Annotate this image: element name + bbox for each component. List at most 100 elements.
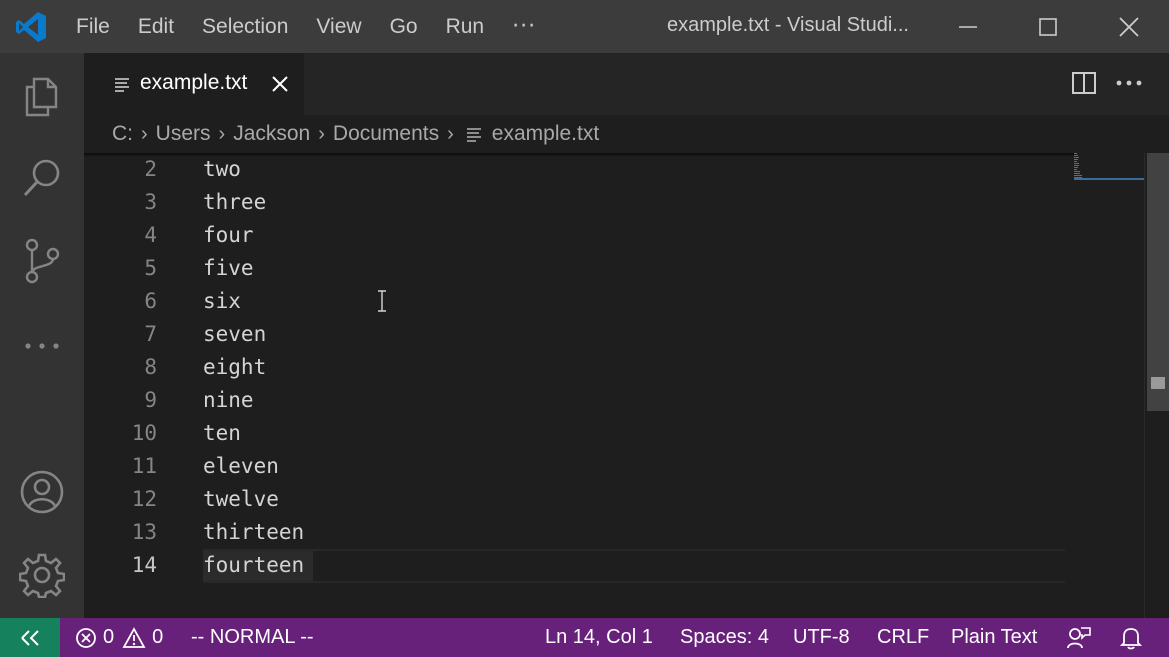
line-number: 13 (131, 520, 157, 544)
minimap[interactable] (1074, 153, 1144, 618)
warning-count: 0 (152, 626, 164, 648)
menu-go[interactable]: Go (376, 15, 432, 39)
code-line: 2 two (84, 153, 1074, 186)
minimap-viewport (1074, 178, 1144, 180)
code-line: 3 three (84, 186, 1074, 219)
text-file-icon (115, 78, 129, 92)
cursor-position[interactable]: Ln 14, Col 1 (545, 618, 653, 657)
code-line: 12 twelve (84, 483, 1074, 516)
more-icon (25, 343, 59, 349)
line-number: 6 (144, 289, 157, 313)
tab-label: example.txt (140, 71, 248, 94)
bell-icon (1120, 627, 1142, 649)
remote-button[interactable] (0, 618, 60, 657)
menu-more-icon[interactable]: ··· (498, 14, 550, 39)
line-number: 12 (131, 487, 157, 511)
editor-text-area[interactable]: 2 two 3 three 4 four 5 five 6 six 7 seve… (84, 153, 1074, 618)
source-control-icon (25, 238, 60, 284)
close-window-button[interactable] (1089, 0, 1169, 53)
account-icon (20, 470, 64, 514)
line-text: eleven (203, 454, 279, 478)
settings-gear-icon (19, 553, 65, 598)
line-number: 3 (144, 190, 157, 214)
search-button[interactable] (0, 138, 84, 218)
line-text: thirteen (203, 520, 305, 544)
close-icon[interactable] (268, 72, 292, 96)
end-of-line[interactable]: CRLF (877, 618, 929, 657)
menu-view[interactable]: View (302, 15, 375, 39)
code-line: 9 nine (84, 384, 1074, 417)
code-line: 11 eleven (84, 450, 1074, 483)
minimap-content (1074, 153, 1082, 178)
menu-edit[interactable]: Edit (124, 15, 188, 39)
breadcrumb-item[interactable]: example.txt (492, 122, 599, 146)
vertical-scrollbar[interactable] (1144, 153, 1169, 618)
tab-bar: example.txt (84, 53, 1169, 115)
error-count: 0 (103, 626, 115, 648)
line-number: 5 (144, 256, 157, 280)
split-editor-icon[interactable] (1070, 69, 1098, 97)
minimize-icon (959, 25, 977, 28)
warning-icon (122, 626, 146, 648)
vim-mode: -- NORMAL -- (191, 626, 314, 648)
indentation[interactable]: Spaces: 4 (680, 618, 769, 657)
line-text: three (203, 190, 267, 214)
line-text: eight (203, 355, 267, 379)
search-icon (23, 159, 60, 197)
line-text: six (203, 289, 241, 313)
code-line: 6 six (84, 285, 1074, 318)
breadcrumb-item[interactable]: C: (112, 122, 133, 146)
code-line: 7 seven (84, 318, 1074, 351)
code-line-active: 14 fourteen (84, 549, 1074, 582)
feedback-icon (1067, 626, 1091, 648)
accounts-button[interactable] (0, 452, 84, 532)
status-bar: 0 0 -- NORMAL -- Ln 14, Col 1 Spaces: 4 … (0, 618, 1169, 657)
line-text: ten (203, 421, 241, 445)
line-text: fourteen (203, 553, 305, 577)
explorer-button[interactable] (0, 55, 84, 135)
window-title: example.txt - Visual Studi... (667, 14, 909, 36)
tab-example-txt[interactable]: example.txt (84, 53, 304, 115)
more-views-button[interactable] (0, 306, 84, 386)
more-actions-icon[interactable] (1114, 69, 1144, 97)
menu-run[interactable]: Run (432, 15, 499, 39)
line-number: 2 (144, 157, 157, 181)
vscode-logo-icon (16, 12, 46, 42)
line-text: five (203, 256, 254, 280)
scroll-shadow (84, 153, 1074, 157)
maximize-icon (1039, 17, 1057, 36)
breadcrumb-item[interactable]: Users (156, 122, 211, 146)
language-mode[interactable]: Plain Text (951, 618, 1037, 657)
problems-button[interactable]: 0 0 (75, 618, 163, 657)
breadcrumb-item[interactable]: Documents (333, 122, 439, 146)
line-number: 14 (131, 553, 157, 577)
code-line: 5 five (84, 252, 1074, 285)
scrollbar-thumb[interactable] (1147, 153, 1169, 411)
line-number: 4 (144, 223, 157, 247)
line-text: two (203, 157, 241, 181)
menu-file[interactable]: File (62, 15, 124, 39)
title-bar: File Edit Selection View Go Run ··· exam… (0, 0, 1169, 53)
error-icon (76, 627, 96, 648)
menu-selection[interactable]: Selection (188, 15, 302, 39)
files-icon (25, 77, 58, 117)
chevron-right-icon: › (318, 122, 325, 145)
maximize-button[interactable] (1008, 0, 1088, 53)
source-control-button[interactable] (0, 221, 84, 301)
breadcrumb-item[interactable]: Jackson (233, 122, 310, 146)
minimize-button[interactable] (928, 0, 1008, 53)
line-number: 8 (144, 355, 157, 379)
remote-icon (21, 629, 39, 646)
line-number: 10 (131, 421, 157, 445)
menu-bar: File Edit Selection View Go Run ··· (62, 0, 550, 53)
code-line: 13 thirteen (84, 516, 1074, 549)
line-number: 11 (131, 454, 157, 478)
feedback-button[interactable] (1066, 618, 1092, 657)
chevron-right-icon: › (218, 122, 226, 145)
manage-button[interactable] (0, 535, 84, 615)
cursor-position-marker (1151, 377, 1165, 389)
line-text: four (203, 223, 254, 247)
notifications-button[interactable] (1120, 618, 1142, 657)
code-line: 4 four (84, 219, 1074, 252)
encoding[interactable]: UTF-8 (793, 618, 850, 657)
